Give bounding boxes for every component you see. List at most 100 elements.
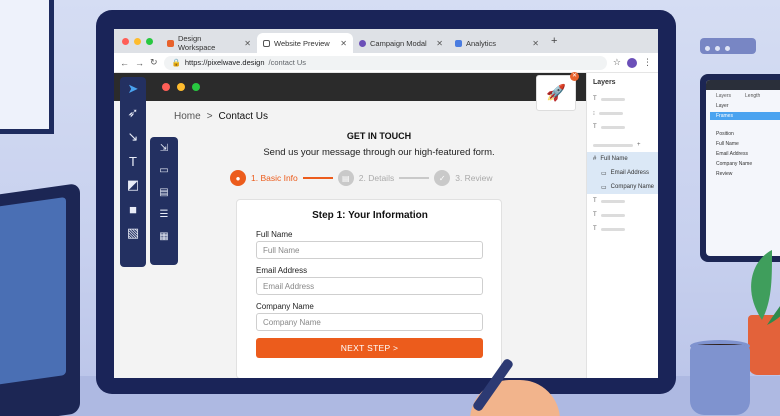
star-icon[interactable]: ☆ [613,57,621,68]
figma-icon [167,39,174,47]
tablet-tab-length[interactable]: Length [745,92,760,100]
company-input[interactable]: Company Name [256,313,483,331]
window-dots [700,38,756,54]
monitor-screen: Design Workspace ✕ Website Preview ✕ Cam… [114,29,658,378]
close-window-button[interactable] [162,83,170,91]
new-tab-button[interactable]: + [545,35,563,47]
menu-icon[interactable]: ⋮ [643,57,652,68]
tablet-row[interactable]: Company Name [710,160,780,168]
maximize-window-button[interactable] [192,83,200,91]
step-connector [399,177,430,179]
address-bar[interactable]: 🔒 https://pixelwave.design/contact Us [163,55,607,70]
rectangle-icon[interactable]: ■ [120,197,146,221]
close-icon[interactable]: ✕ [436,39,443,48]
forward-icon[interactable]: → [135,58,144,68]
browser-tab-bar: Design Workspace ✕ Website Preview ✕ Cam… [114,29,658,53]
tablet-row[interactable]: Full Name [710,140,780,148]
breadcrumb-home[interactable]: Home [174,111,201,122]
layer-row[interactable]: T [587,194,658,208]
tab-label: Campaign Modal [370,38,427,48]
layer-row-full-name[interactable]: # Full Name [587,152,658,166]
layer-group-row[interactable]: + [587,138,658,152]
direct-select-icon[interactable]: ➶ [120,101,146,125]
image-icon[interactable]: ▧ [120,221,146,245]
tab-label: Analytics [466,38,497,48]
text-tool-icon[interactable]: T [120,149,146,173]
preview-content: Home > Contact Us 🚀 ✕ GET IN TOUCH Send … [174,72,584,378]
plant-leaves [751,250,780,325]
rocket-thumbnail[interactable]: 🚀 ✕ [536,72,579,111]
form-card: Step 1: Your Information Full Name Full … [236,199,502,378]
minimize-window-button[interactable] [134,37,141,45]
primary-toolbar: ➤ ➶ ↘ T ◩ ■ ▧ [120,77,146,267]
browser-tab-design-workspace[interactable]: Design Workspace ✕ [161,33,257,53]
tab-label: Design Workspace [177,34,216,52]
close-icon[interactable]: ✕ [570,72,579,81]
tab-label: Website Preview [274,38,330,48]
browser-nav-bar: ← → ↻ 🔒 https://pixelwave.design/contact… [114,53,658,73]
close-window-button[interactable] [122,37,129,45]
user-icon: ● [230,170,246,186]
window-controls [114,37,161,45]
url-host: https://pixelwave.design [184,58,265,67]
laptop-screen [0,196,66,386]
avatar[interactable] [627,57,637,68]
layer-row-company[interactable]: ▭ Company Name [587,180,658,194]
lock-icon: 🔒 [171,58,181,67]
back-icon[interactable]: ← [120,58,129,68]
tablet-row[interactable]: Frames [710,112,780,120]
breadcrumb: Home > Contact Us [174,111,268,122]
close-icon[interactable]: ✕ [532,39,539,48]
email-label: Email Address [256,266,308,275]
layer-row[interactable]: T [587,92,658,106]
layer-row-email[interactable]: ▭ Email Address [587,166,658,180]
card-component-icon[interactable]: ▤ [150,181,178,203]
browser-tab-campaign-modal[interactable]: Campaign Modal ✕ [353,33,449,53]
close-icon[interactable]: ✕ [340,39,347,48]
pen-tool-icon[interactable]: ↘ [120,125,146,149]
step-basic-info[interactable]: 1. Basic Info [251,173,298,183]
browser-tab-analytics[interactable]: Analytics ✕ [449,33,545,53]
reload-icon[interactable]: ↻ [150,57,158,68]
campaign-icon [359,39,366,47]
page-headline: GET IN TOUCH [346,131,412,141]
tablet-row[interactable]: Position [710,130,780,138]
list-component-icon[interactable]: ☰ [150,203,178,225]
layer-row[interactable]: T [587,208,658,222]
page-icon [263,39,270,47]
design-app: Layers T ⁝ T + # Full Name ▭ Email Address… [114,72,658,378]
full-name-label: Full Name [256,230,293,239]
step-details[interactable]: 2. Details [359,173,394,183]
minimize-window-button[interactable] [177,83,185,91]
select-arrow-icon[interactable]: ➤ [120,77,146,101]
next-step-button[interactable]: NEXT STEP > [256,338,483,358]
layer-row[interactable]: ⁝ [587,106,658,120]
layers-title: Layers [593,79,616,86]
maximize-window-button[interactable] [146,37,153,45]
breadcrumb-separator: > [206,111,213,122]
page-subheadline: Send us your message through our high-fe… [263,147,495,158]
form-title: Step 1: Your Information [312,210,428,221]
full-name-input[interactable]: Full Name [256,241,483,259]
analytics-icon [455,39,462,47]
step-review[interactable]: 3. Review [455,173,492,183]
rocket-icon: 🚀 [546,85,566,102]
shapes-icon[interactable]: ◩ [120,173,146,197]
breadcrumb-current: Contact Us [218,111,268,122]
tablet-row[interactable]: Email Address [710,150,780,158]
browser-tab-website-preview[interactable]: Website Preview ✕ [257,33,353,53]
email-input[interactable]: Email Address [256,277,483,295]
input-component-icon[interactable]: ▭ [150,159,178,181]
collapse-icon[interactable]: ⇲ [150,137,178,159]
tablet-tab-layers[interactable]: Layers [716,92,731,100]
tablet-row[interactable]: Review [710,170,780,178]
close-icon[interactable]: ✕ [244,39,251,48]
company-label: Company Name [256,302,314,311]
check-icon: ✓ [434,170,451,186]
url-path: /contact Us [268,58,307,67]
tablet-toolbar [706,80,780,90]
layer-row[interactable]: T [587,120,658,134]
tablet-row[interactable]: Layer [710,102,780,110]
layer-row[interactable]: T [587,222,658,236]
layout-component-icon[interactable]: ▦ [150,225,178,247]
